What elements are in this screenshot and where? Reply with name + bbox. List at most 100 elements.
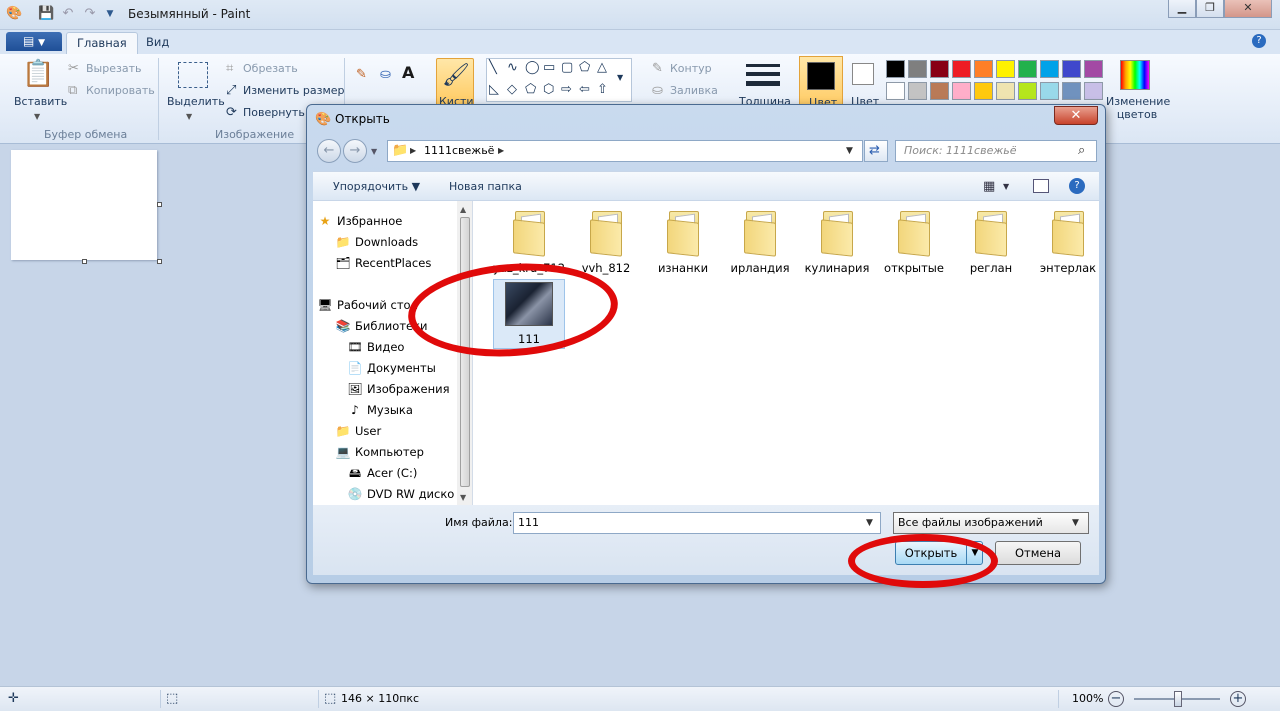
crop-button[interactable]: Обрезать — [243, 62, 298, 75]
curve-shape-icon[interactable]: ∿ — [507, 61, 518, 75]
address-bar[interactable]: 📁 ▶ 1111свежьё ▶ ▼ — [387, 140, 863, 162]
copy-button[interactable]: Копировать — [86, 84, 155, 97]
nav-item[interactable]: ♪ Музыка — [313, 400, 457, 420]
folder-item[interactable]: реглан — [955, 209, 1027, 275]
view-dropdown-icon[interactable]: ▼ — [1003, 180, 1009, 194]
folder-item[interactable]: энтерлак — [1032, 209, 1099, 275]
tab-home[interactable]: Главная — [66, 32, 138, 54]
search-icon[interactable]: ⌕ — [1078, 144, 1085, 158]
pencil-icon[interactable]: ✎ — [356, 68, 367, 82]
canvas-resize-handle-right[interactable] — [157, 202, 162, 207]
nav-item[interactable]: 📁 User — [313, 421, 457, 441]
rotate-button[interactable]: Повернуть — [243, 106, 305, 119]
preview-pane-icon[interactable] — [1033, 179, 1049, 193]
folder-item[interactable]: изнанки — [647, 209, 719, 275]
canvas-resize-handle-bottom[interactable] — [82, 259, 87, 264]
file-type-select[interactable]: Все файлы изображений ▼ — [893, 512, 1089, 534]
navigation-pane[interactable]: ★ Избранное 📁 Downloads 🗂 RecentPlaces 🖥 Рабочи… — [313, 201, 473, 505]
shapes-gallery[interactable]: ╲ ∿ ◯ ▭ ▢ ⬠ △ ◺ ◇ ⬠ ⬡ ⇨ ⇦ ⇧ ▼ — [486, 58, 632, 102]
select-dropdown-icon[interactable]: ▼ — [186, 110, 192, 124]
file-type-dropdown-icon[interactable]: ▼ — [1072, 516, 1079, 530]
filename-value[interactable]: 111 — [518, 516, 539, 529]
nav-item[interactable]: 💿 DVD RW диско — [313, 484, 457, 504]
arrow-right-shape-icon[interactable]: ⇨ — [561, 83, 572, 97]
filename-dropdown-icon[interactable]: ▼ — [866, 516, 873, 530]
address-dropdown-icon[interactable]: ▼ — [846, 144, 853, 158]
palette-color-swatch[interactable] — [1018, 82, 1037, 100]
paste-dropdown-icon[interactable]: ▼ — [34, 110, 40, 124]
palette-color-swatch[interactable] — [952, 60, 971, 78]
folder-item[interactable]: vvh_812 — [570, 209, 642, 275]
close-window-button[interactable]: ✕ — [1224, 0, 1272, 18]
pentagon-shape-icon[interactable]: ⬠ — [525, 83, 536, 97]
back-button[interactable]: ← — [317, 139, 341, 163]
nav-item[interactable]: 📄 Документы — [313, 358, 457, 378]
tab-view[interactable]: Вид — [136, 32, 179, 54]
fill-bucket-icon[interactable]: ⛀ — [380, 68, 391, 82]
palette-color-swatch[interactable] — [974, 60, 993, 78]
palette-color-swatch[interactable] — [930, 60, 949, 78]
forward-button[interactable]: → — [343, 139, 367, 163]
zoom-slider-thumb[interactable] — [1174, 691, 1182, 707]
file-menu-button[interactable]: ▤ ▼ — [6, 32, 62, 51]
fill-dropdown[interactable]: Заливка — [670, 84, 718, 97]
palette-color-swatch[interactable] — [1018, 60, 1037, 78]
redo-icon[interactable]: ↷ — [82, 6, 98, 22]
palette-color-swatch[interactable] — [886, 82, 905, 100]
nav-item[interactable]: 🖼 Изображения — [313, 379, 457, 399]
maximize-button[interactable]: ❐ — [1196, 0, 1224, 18]
palette-color-swatch[interactable] — [1062, 60, 1081, 78]
diamond-shape-icon[interactable]: ◇ — [507, 83, 517, 97]
edit-colors-button[interactable]: Изменение цветов — [1106, 95, 1170, 121]
palette-color-swatch[interactable] — [1040, 60, 1059, 78]
nav-item[interactable]: 📁 Downloads — [313, 232, 457, 252]
palette-color-swatch[interactable] — [1084, 60, 1103, 78]
palette-color-swatch[interactable] — [886, 60, 905, 78]
save-icon[interactable]: 💾 — [38, 6, 54, 22]
folder-item[interactable]: ирландия — [724, 209, 796, 275]
paste-icon[interactable]: 📋 — [22, 58, 54, 90]
palette-color-swatch[interactable] — [1062, 82, 1081, 100]
history-dropdown-icon[interactable]: ▼ — [371, 145, 377, 159]
search-input[interactable]: Поиск: 1111свежьё ⌕ — [895, 140, 1097, 162]
scroll-down-icon[interactable]: ▼ — [460, 491, 466, 505]
palette-color-swatch[interactable] — [930, 82, 949, 100]
select-button[interactable]: Выделить — [167, 95, 225, 108]
cut-button[interactable]: Вырезать — [86, 62, 141, 75]
nav-item[interactable]: 🖴 Acer (C:) — [313, 463, 457, 483]
file-list[interactable]: yaz_kru_712 vvh_812 изнанки ирландия кулинар… — [475, 201, 1099, 505]
cancel-button[interactable]: Отмена — [995, 541, 1081, 565]
quick-access-dropdown-icon[interactable]: ▼ — [102, 6, 118, 22]
undo-icon[interactable]: ↶ — [60, 6, 76, 22]
nav-item[interactable]: 🗂 RecentPlaces — [313, 253, 457, 273]
oval-shape-icon[interactable]: ◯ — [525, 61, 540, 75]
help-icon[interactable]: ? — [1252, 34, 1266, 48]
palette-color-swatch[interactable] — [996, 82, 1015, 100]
nav-item[interactable]: 💻 Компьютер — [313, 442, 457, 462]
text-tool-icon[interactable]: A — [402, 65, 414, 81]
palette-color-swatch[interactable] — [908, 82, 927, 100]
view-options-icon[interactable]: ▦ — [983, 180, 995, 194]
rounded-rectangle-shape-icon[interactable]: ▢ — [561, 61, 573, 75]
select-icon[interactable] — [178, 62, 208, 88]
rectangle-shape-icon[interactable]: ▭ — [543, 61, 555, 75]
filename-field[interactable]: 111 ▼ — [513, 512, 881, 534]
breadcrumb-current-folder[interactable]: 1111свежьё — [424, 144, 494, 157]
color2-swatch[interactable] — [852, 63, 874, 85]
paste-button[interactable]: Вставить — [14, 95, 67, 108]
palette-color-swatch[interactable] — [908, 60, 927, 78]
palette-color-swatch[interactable] — [996, 60, 1015, 78]
triangle-shape-icon[interactable]: △ — [597, 61, 607, 75]
hexagon-shape-icon[interactable]: ⬡ — [543, 83, 554, 97]
breadcrumb-chevron-icon[interactable]: ▶ — [498, 144, 504, 158]
folder-item[interactable]: открытые — [878, 209, 950, 275]
refresh-button[interactable]: ⇄ — [864, 140, 888, 162]
arrow-left-shape-icon[interactable]: ⇦ — [579, 83, 590, 97]
canvas-resize-handle-corner[interactable] — [157, 259, 162, 264]
polygon-shape-icon[interactable]: ⬠ — [579, 61, 590, 75]
right-triangle-shape-icon[interactable]: ◺ — [489, 83, 499, 97]
scroll-up-icon[interactable]: ▲ — [460, 203, 466, 217]
resize-button[interactable]: Изменить размер — [243, 84, 345, 97]
edit-colors-icon[interactable] — [1120, 60, 1150, 90]
drawing-canvas[interactable] — [11, 150, 157, 260]
